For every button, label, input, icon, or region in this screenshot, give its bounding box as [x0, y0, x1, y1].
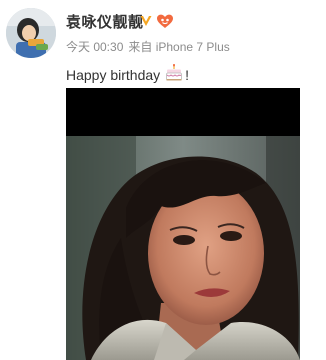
- birthday-cake-icon: [165, 63, 183, 86]
- post-time[interactable]: 今天 00:30: [66, 40, 123, 54]
- post-source[interactable]: 来自 iPhone 7 Plus: [128, 40, 229, 54]
- post-meta: 今天 00:30 来自 iPhone 7 Plus: [66, 40, 235, 54]
- avatar[interactable]: [6, 8, 56, 58]
- fan-club-icon[interactable]: [156, 13, 174, 29]
- avatar-cartoon-icon: [6, 8, 56, 58]
- post-text: Happy birthday: [66, 67, 161, 83]
- author-name[interactable]: 袁咏仪靓靓: [66, 14, 144, 32]
- verified-v-icon: [140, 16, 152, 26]
- author-badges: [139, 13, 174, 29]
- portrait-photo: [66, 88, 300, 360]
- post-content: Happy birthday !: [66, 63, 190, 86]
- post-photo[interactable]: [66, 88, 300, 360]
- post-text-suffix: !: [185, 67, 190, 83]
